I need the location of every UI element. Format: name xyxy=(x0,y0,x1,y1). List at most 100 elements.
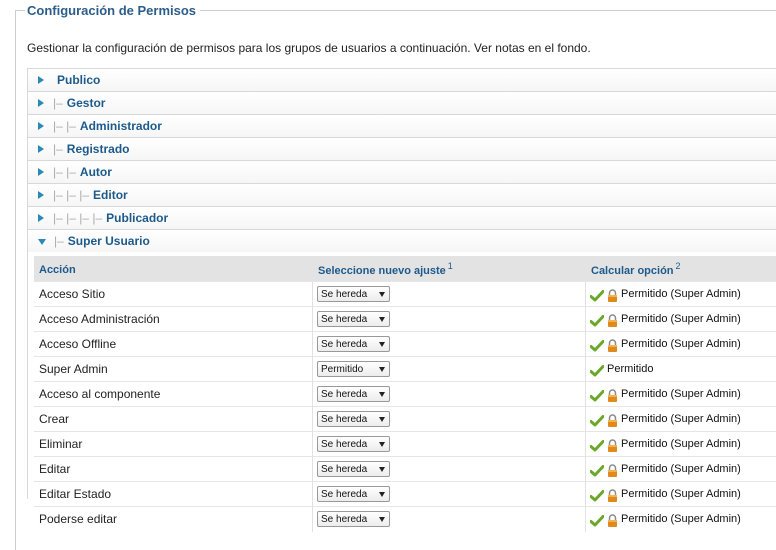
group-autor[interactable]: |– |– Autor xyxy=(27,160,776,183)
action-label: Acceso Administración xyxy=(39,312,160,326)
group-name[interactable]: Autor xyxy=(80,165,112,179)
check-icon xyxy=(590,364,604,376)
group-name[interactable]: Editor xyxy=(93,188,128,202)
setting-value: Se hereda xyxy=(321,313,368,325)
group-name[interactable]: Publico xyxy=(57,73,100,87)
triangle-right-icon[interactable] xyxy=(38,145,44,153)
setting-value: Se hereda xyxy=(321,463,368,475)
setting-value: Se hereda xyxy=(321,413,368,425)
action-label: Crear xyxy=(39,412,70,426)
group-administrador[interactable]: |– |– Administrador xyxy=(27,114,776,137)
calculated-value: Permitido (Super Admin) xyxy=(621,438,741,450)
check-icon xyxy=(590,339,604,351)
setting-select[interactable]: Se hereda xyxy=(317,511,390,527)
chevron-down-icon xyxy=(379,367,385,372)
header-action: Acción xyxy=(39,263,76,276)
lock-icon xyxy=(608,413,617,427)
triangle-down-icon[interactable] xyxy=(38,239,46,245)
group-prefix: |– |– xyxy=(53,165,76,179)
group-prefix: |– xyxy=(54,234,64,248)
chevron-down-icon xyxy=(379,442,385,447)
group-publico[interactable]: Publico xyxy=(27,68,776,91)
chevron-down-icon xyxy=(379,467,385,472)
setting-select[interactable]: Se hereda xyxy=(317,286,390,302)
header-calculated: Calcular opción xyxy=(591,264,674,277)
action-label: Eliminar xyxy=(39,437,83,451)
note-link-2[interactable]: 2 xyxy=(676,261,681,271)
permissions-table: Acción Seleccione nuevo ajuste 1 Calcular… xyxy=(34,256,776,532)
triangle-right-icon[interactable] xyxy=(38,76,44,84)
action-label: Acceso al componente xyxy=(39,387,161,401)
group-publicador[interactable]: |– |– |– |– Publicador xyxy=(27,206,776,229)
action-label: Poderse editar xyxy=(39,512,118,526)
calculated-value: Permitido (Super Admin) xyxy=(621,413,741,425)
calculated-value: Permitido (Super Admin) xyxy=(621,463,741,475)
lock-icon xyxy=(608,388,617,402)
group-registrado[interactable]: |– Registrado xyxy=(27,137,776,160)
triangle-right-icon[interactable] xyxy=(38,168,44,176)
lock-icon xyxy=(608,338,617,352)
lock-icon xyxy=(608,513,617,527)
lock-icon xyxy=(608,463,617,477)
calculated-value: Permitido (Super Admin) xyxy=(621,288,741,300)
triangle-right-icon[interactable] xyxy=(38,191,44,199)
group-prefix: |– xyxy=(53,96,63,110)
action-label: Editar Estado xyxy=(39,487,112,501)
note-link-1[interactable]: 1 xyxy=(448,261,453,271)
table-row: Acceso Sitio Se hereda Permitido (Super Ad… xyxy=(34,281,776,307)
triangle-right-icon[interactable] xyxy=(38,99,44,107)
check-icon xyxy=(590,489,604,501)
setting-value: Se hereda xyxy=(321,513,368,525)
setting-select[interactable]: Se hereda xyxy=(317,461,390,477)
setting-value: Se hereda xyxy=(321,288,368,300)
group-super-usuario[interactable]: |– Super Usuario Acción Seleccione nuevo … xyxy=(27,229,776,532)
action-label: Acceso Offline xyxy=(39,337,117,351)
action-label: Super Admin xyxy=(39,362,108,376)
group-prefix: |– |– |– |– xyxy=(53,211,103,225)
table-row: Editar Estado Se hereda Permitido (Super A… xyxy=(34,481,776,507)
setting-select[interactable]: Se hereda xyxy=(317,411,390,427)
lock-icon xyxy=(608,288,617,302)
group-name[interactable]: Registrado xyxy=(67,142,130,156)
table-row: Acceso al componente Se hereda Permitido (… xyxy=(34,381,776,407)
calculated-value: Permitido xyxy=(607,363,654,375)
setting-select[interactable]: Se hereda xyxy=(317,436,390,452)
triangle-right-icon[interactable] xyxy=(38,122,44,130)
setting-select[interactable]: Permitido xyxy=(317,361,390,377)
setting-select[interactable]: Se hereda xyxy=(317,311,390,327)
group-gestor[interactable]: |– Gestor xyxy=(27,91,776,114)
calculated-value: Permitido (Super Admin) xyxy=(621,488,741,500)
calculated-value: Permitido (Super Admin) xyxy=(621,388,741,400)
check-icon xyxy=(590,514,604,526)
triangle-right-icon[interactable] xyxy=(38,214,44,222)
table-row: Acceso Administración Se hereda Permitido … xyxy=(34,306,776,332)
setting-select[interactable]: Se hereda xyxy=(317,386,390,402)
group-name[interactable]: Super Usuario xyxy=(68,234,150,248)
check-icon xyxy=(590,289,604,301)
group-name[interactable]: Gestor xyxy=(67,96,106,110)
table-row: Poderse editar Se hereda Permitido (Super … xyxy=(34,506,776,532)
group-editor[interactable]: |– |– |– Editor xyxy=(27,183,776,206)
lock-icon xyxy=(608,313,617,327)
setting-select[interactable]: Se hereda xyxy=(317,486,390,502)
action-label: Editar xyxy=(39,462,71,476)
calculated-value: Permitido (Super Admin) xyxy=(621,313,741,325)
group-list: Publico |– Gestor |– |– Administrador |– Re… xyxy=(27,68,776,532)
group-name[interactable]: Publicador xyxy=(106,211,168,225)
table-row: Crear Se hereda Permitido (Super Admin) xyxy=(34,406,776,432)
chevron-down-icon xyxy=(379,292,385,297)
group-name[interactable]: Administrador xyxy=(80,119,162,133)
chevron-down-icon xyxy=(379,492,385,497)
lock-icon xyxy=(608,438,617,452)
calculated-value: Permitido (Super Admin) xyxy=(621,338,741,350)
action-label: Acceso Sitio xyxy=(39,287,106,301)
check-icon xyxy=(590,389,604,401)
setting-value: Se hereda xyxy=(321,438,368,450)
table-row: Super Admin Permitido Permitido xyxy=(34,356,776,382)
table-row: Acceso Offline Se hereda Permitido (Super … xyxy=(34,331,776,357)
check-icon xyxy=(590,464,604,476)
setting-select[interactable]: Se hereda xyxy=(317,336,390,352)
fieldset-legend: Configuración de Permisos xyxy=(25,3,201,19)
group-prefix: |– xyxy=(53,142,63,156)
check-icon xyxy=(590,314,604,326)
